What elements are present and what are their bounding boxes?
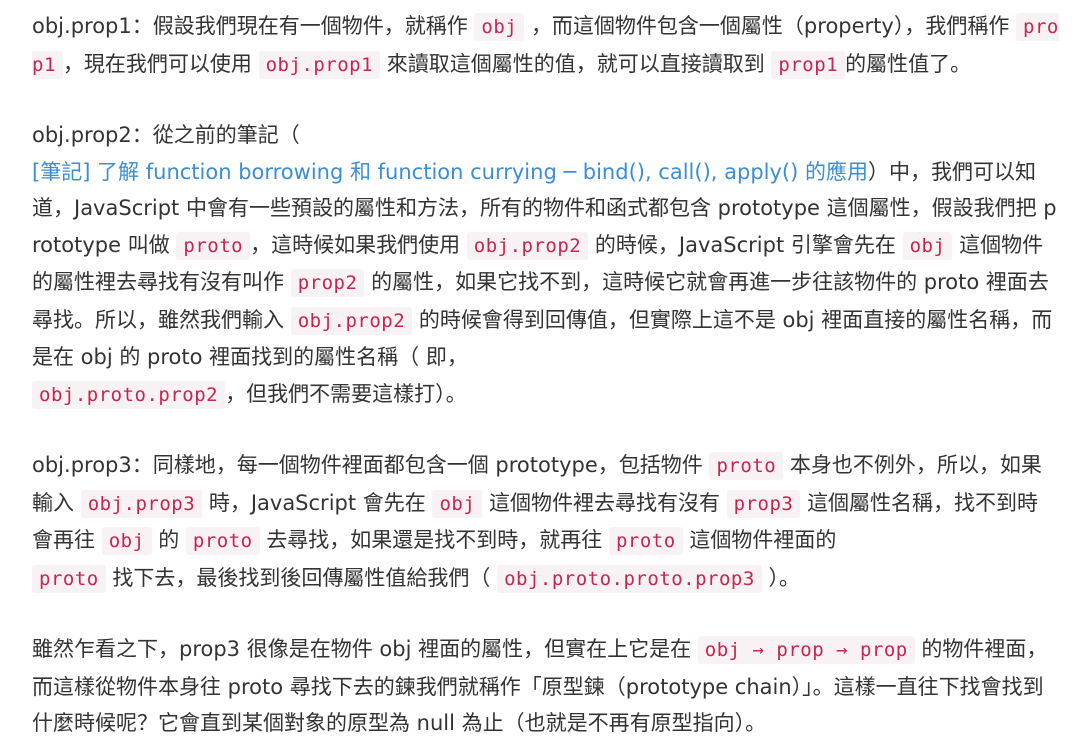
text: 這個物件裡面的 [689,528,837,552]
paragraph-prototype-chain: 雖然乍看之下，prop3 很像是在物件 obj 裡面的屬性，但實在上它是在 ob… [32,631,1059,742]
text: obj.prop2：從之前的筆記（ [32,123,300,147]
inline-code: obj.prop2 [466,231,589,260]
inline-code: obj → prop → prop [697,636,915,664]
inline-code: obj.prop1 [258,50,381,79]
paragraph-prop1: obj.prop1：假設我們現在有一個物件，就稱作 obj ，而這個物件包含一個… [32,8,1059,83]
inline-code: obj [101,527,152,555]
inline-code: obj.proto.prop2 [32,380,226,409]
text: ，這時候如果我們使用 [250,232,461,257]
note-link[interactable]: [筆記] 了解 function borrowing 和 function cu… [32,160,868,184]
inline-code: proto [608,527,683,555]
text: ）。 [768,565,800,590]
text: 這個物件裡去尋找有沒有 [488,490,720,515]
text: 找下去，最後找到後回傳屬性值給我們（ [112,565,491,590]
inline-code: obj.proto.proto.prop3 [497,564,762,593]
inline-code: obj [432,489,483,518]
text: 去尋找，如果還是找不到時，就再往 [266,528,603,552]
text: ，現在我們可以使用 [62,51,252,76]
inline-code: obj.prop2 [290,306,413,335]
inline-code: prop2 [290,269,365,297]
inline-code: prop1 [771,50,846,79]
article-body: obj.prop1：假設我們現在有一個物件，就稱作 obj ，而這個物件包含一個… [0,0,1081,742]
inline-code: prop3 [726,489,801,518]
text: 的 [158,528,180,552]
inline-code: obj [474,13,525,41]
paragraph-prop3: obj.prop3：同樣地，每一個物件裡面都包含一個 prototype，包括物… [32,447,1059,597]
text: 來讀取這個屬性的值，就可以直接讀取到 [386,51,765,76]
inline-code: proto [32,564,106,593]
text: 的時候，JavaScript 引擎會先在 [594,232,896,257]
text: ，而這個物件包含一個屬性（property），我們稱作 [530,14,1010,38]
paragraph-prop2: obj.prop2：從之前的筆記（ [筆記] 了解 function borrow… [32,117,1059,413]
inline-code: proto [709,452,784,480]
inline-code: obj.prop3 [80,489,203,518]
inline-code: proto [185,527,260,555]
text: 時，JavaScript 會先在 [208,490,426,515]
text: obj.prop1：假設我們現在有一個物件，就稱作 [32,14,468,38]
text: 雖然乍看之下，prop3 很像是在物件 obj 裡面的屬性，但實在上它是在 [32,637,692,661]
text: ，但我們不需要這樣打）。 [225,381,467,406]
inline-code: proto [176,231,251,260]
inline-code: obj [902,231,953,260]
text: 的屬性值了。 [845,51,972,76]
text: obj.prop3：同樣地，每一個物件裡面都包含一個 prototype，包括物… [32,453,703,477]
